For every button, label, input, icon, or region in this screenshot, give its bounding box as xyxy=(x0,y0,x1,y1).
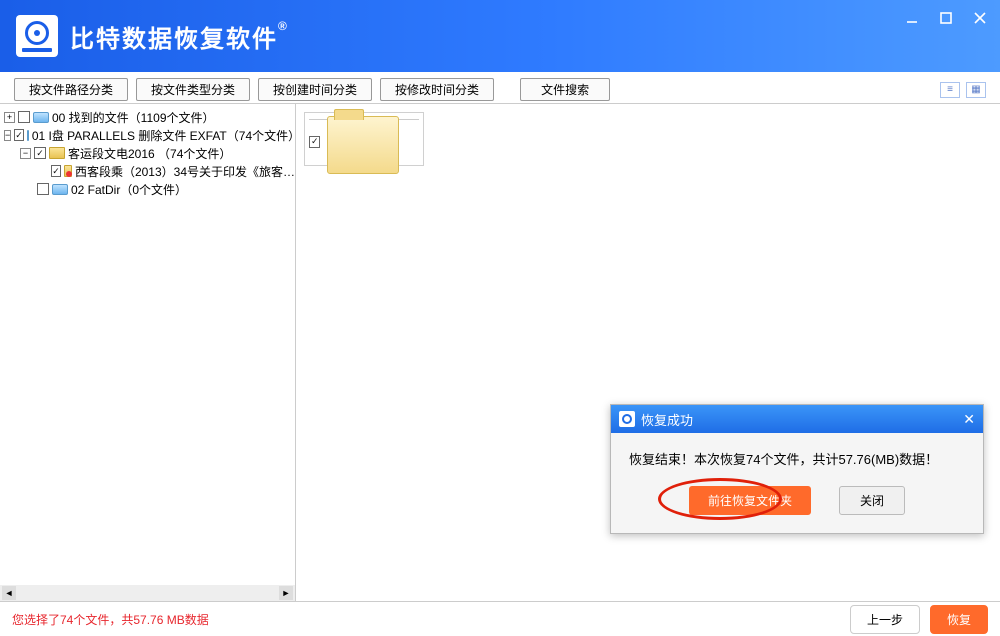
dialog-close-button-secondary[interactable]: 关闭 xyxy=(839,486,905,515)
checkbox[interactable]: ✓ xyxy=(34,147,46,159)
app-title: 比特数据恢复软件® xyxy=(70,19,289,54)
drive-icon xyxy=(33,112,49,123)
drive-icon xyxy=(52,184,68,195)
checkbox[interactable]: ✓ xyxy=(51,165,61,177)
tree-node[interactable]: 00 找到的文件（1109个文件） xyxy=(52,109,215,126)
checkbox[interactable]: ✓ xyxy=(14,129,24,141)
expand-toggle[interactable]: − xyxy=(20,148,31,159)
dialog-title-text: 恢复成功 xyxy=(641,410,693,429)
success-dialog: 恢复成功 ✕ 恢复结束！本次恢复74个文件，共计57.76(MB)数据！ 前往恢… xyxy=(610,404,984,534)
tree-panel: +00 找到的文件（1109个文件） −✓01 I盘 PARALLELS 删除文… xyxy=(0,104,296,601)
tab-by-path[interactable]: 按文件路径分类 xyxy=(14,78,128,101)
dialog-logo-icon xyxy=(619,411,635,427)
goto-recover-folder-button[interactable]: 前往恢复文件夹 xyxy=(689,486,811,515)
file-panel: ✓客运段文电2016... 恢复成功 ✕ 恢复结束！本次恢复74个文件，共计57… xyxy=(296,104,1000,601)
expand-toggle[interactable]: + xyxy=(4,112,15,123)
recover-button[interactable]: 恢复 xyxy=(930,605,988,634)
prev-step-button[interactable]: 上一步 xyxy=(850,605,920,634)
tree-node[interactable]: 西客段乘（2013）34号关于印发《旅客… xyxy=(75,163,295,180)
close-button[interactable] xyxy=(970,8,990,28)
dialog-close-button[interactable]: ✕ xyxy=(963,411,975,428)
checkbox[interactable] xyxy=(37,183,49,195)
tree-node[interactable]: 02 FatDir（0个文件） xyxy=(71,181,187,198)
maximize-button[interactable] xyxy=(936,8,956,28)
tab-bar: 按文件路径分类 按文件类型分类 按创建时间分类 按修改时间分类 文件搜索 ≡ ▦ xyxy=(0,72,1000,104)
status-text: 您选择了74个文件，共57.76 MB数据 xyxy=(12,611,209,628)
view-grid-icon[interactable]: ▦ xyxy=(966,82,986,98)
folder-icon xyxy=(49,147,65,159)
dialog-titlebar: 恢复成功 ✕ xyxy=(611,405,983,433)
tab-file-search[interactable]: 文件搜索 xyxy=(520,78,610,101)
minimize-button[interactable] xyxy=(902,8,922,28)
app-logo xyxy=(16,15,58,57)
title-bar: 比特数据恢复软件® xyxy=(0,0,1000,72)
tab-by-created[interactable]: 按创建时间分类 xyxy=(258,78,372,101)
dialog-message: 恢复结束！本次恢复74个文件，共计57.76(MB)数据！ xyxy=(629,449,965,468)
tree-node[interactable]: 01 I盘 PARALLELS 删除文件 EXFAT（74个文件） xyxy=(32,127,296,144)
folder-icon xyxy=(327,116,399,174)
footer: 您选择了74个文件，共57.76 MB数据 上一步 恢复 xyxy=(0,602,1000,636)
checkbox[interactable] xyxy=(18,111,30,123)
tree-spacer xyxy=(42,166,48,177)
view-list-icon[interactable]: ≡ xyxy=(940,82,960,98)
scroll-left-icon[interactable]: ◄ xyxy=(2,586,16,600)
tab-by-modified[interactable]: 按修改时间分类 xyxy=(380,78,494,101)
scroll-right-icon[interactable]: ► xyxy=(279,586,293,600)
folder-item[interactable]: ✓客运段文电2016... xyxy=(304,112,424,166)
folder-icon xyxy=(64,165,72,177)
tree-spacer xyxy=(20,184,34,195)
tree-node[interactable]: 客运段文电2016 （74个文件） xyxy=(68,145,231,162)
drive-icon xyxy=(27,130,29,141)
horizontal-scrollbar[interactable]: ◄ ► xyxy=(0,585,295,601)
tab-by-type[interactable]: 按文件类型分类 xyxy=(136,78,250,101)
expand-toggle[interactable]: − xyxy=(4,130,11,141)
